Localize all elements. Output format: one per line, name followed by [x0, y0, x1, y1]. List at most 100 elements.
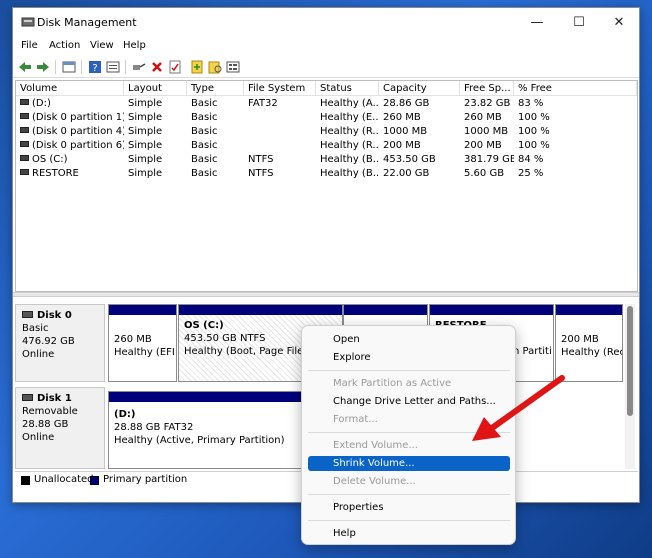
- partition-disk0-recovery-2[interactable]: 200 MB Healthy (Rec: [555, 304, 623, 382]
- properties-icon[interactable]: [105, 59, 121, 75]
- column-header-volume[interactable]: Volume: [16, 81, 124, 96]
- menu-separator: [308, 494, 510, 495]
- svg-text:?: ?: [92, 63, 97, 74]
- volume-icon: [20, 169, 29, 175]
- volume-icon: [20, 155, 29, 161]
- minimize-button[interactable]: —: [517, 10, 557, 36]
- open-icon[interactable]: [207, 59, 223, 75]
- layout-cell: Simple: [128, 98, 163, 109]
- capacity-cell: 22.00 GB: [383, 168, 430, 179]
- menu-item-shrink-volume[interactable]: Shrink Volume...: [308, 456, 510, 471]
- volume-list-icon[interactable]: [61, 59, 77, 75]
- column-header-layout[interactable]: Layout: [124, 81, 187, 96]
- connect-icon[interactable]: [131, 59, 147, 75]
- partition-bar: [556, 305, 622, 315]
- capacity-cell: 28.86 GB: [383, 98, 430, 109]
- column-header-file-system[interactable]: File System: [244, 81, 316, 96]
- menu-item-help[interactable]: Help: [308, 526, 510, 541]
- free-space-cell: 23.82 GB: [464, 98, 511, 109]
- table-row[interactable]: (Disk 0 partition 6) Simple Basic Health…: [16, 139, 637, 153]
- disk-management-app-icon: [21, 17, 35, 27]
- list-icon[interactable]: [225, 59, 241, 75]
- status-cell: Healthy (B...: [320, 154, 379, 165]
- close-button[interactable]: ✕: [599, 10, 639, 36]
- window-title: Disk Management: [37, 16, 137, 29]
- help-icon[interactable]: ?: [87, 59, 103, 75]
- column-header-percent-free[interactable]: % Free: [514, 81, 637, 96]
- title-bar[interactable]: Disk Management — ☐ ✕: [13, 8, 639, 38]
- file-system-cell: FAT32: [248, 98, 278, 109]
- menu-item-properties[interactable]: Properties: [308, 500, 510, 515]
- capacity-cell: 260 MB: [383, 112, 421, 123]
- free-space-cell: 1000 MB: [464, 126, 509, 137]
- menu-item-change-drive-letter[interactable]: Change Drive Letter and Paths...: [308, 394, 510, 409]
- partition-bar: [430, 305, 553, 315]
- volume-cell: RESTORE: [16, 167, 124, 181]
- volume-icon: [20, 127, 29, 133]
- scrollbar-thumb[interactable]: [627, 306, 633, 416]
- table-row[interactable]: (D:) Simple Basic FAT32 Healthy (A... 28…: [16, 97, 637, 111]
- disk-icon: [22, 393, 33, 401]
- disk-0-label[interactable]: Disk 0 Basic 476.92 GB Online: [15, 304, 105, 382]
- partition-bar: [179, 305, 342, 315]
- column-header-free-space[interactable]: Free Sp...: [460, 81, 514, 96]
- primary-partition-swatch: [90, 476, 99, 485]
- table-row[interactable]: OS (C:) Simple Basic NTFS Healthy (B... …: [16, 153, 637, 167]
- status-cell: Healthy (A...: [320, 98, 379, 109]
- disk-0-status: Online: [22, 349, 55, 360]
- menu-item-open[interactable]: Open: [308, 332, 510, 347]
- toolbar-separator: [55, 60, 56, 74]
- delete-icon[interactable]: [149, 59, 165, 75]
- table-row[interactable]: RESTORE Simple Basic NTFS Healthy (B... …: [16, 167, 637, 181]
- file-system-cell: [244, 125, 316, 139]
- free-space-cell: 260 MB: [464, 112, 502, 123]
- volume-icon: [20, 113, 29, 119]
- menu-file[interactable]: File: [21, 40, 38, 51]
- table-row[interactable]: (Disk 0 partition 1) Simple Basic Health…: [16, 111, 637, 125]
- menu-item-mark-active: Mark Partition as Active: [333, 378, 452, 389]
- partition-size: 200 MB: [561, 334, 599, 345]
- column-header-capacity[interactable]: Capacity: [379, 81, 460, 96]
- type-cell: Basic: [191, 154, 218, 165]
- check-icon[interactable]: [167, 59, 183, 75]
- disk-area-scrollbar[interactable]: [625, 304, 635, 469]
- menu-view[interactable]: View: [90, 40, 114, 51]
- capacity-cell: 200 MB: [383, 140, 421, 151]
- layout-cell: Simple: [128, 140, 163, 151]
- new-icon[interactable]: [189, 59, 205, 75]
- layout-cell: Simple: [128, 154, 163, 165]
- partition-status: Healthy (EFI S: [114, 347, 176, 358]
- menu-help[interactable]: Help: [123, 40, 146, 51]
- menu-item-extend-volume: Extend Volume...: [333, 440, 418, 451]
- partition-size: 260 MB: [114, 334, 152, 345]
- disk-icon: [22, 310, 33, 318]
- percent-free-cell: 100 %: [518, 112, 550, 123]
- status-cell: Healthy (R...: [320, 126, 379, 137]
- type-cell: Basic: [191, 126, 218, 137]
- disk-1-label[interactable]: Disk 1 Removable 28.88 GB Online: [15, 387, 105, 469]
- free-space-cell: 5.60 GB: [464, 168, 505, 179]
- type-cell: Basic: [191, 98, 218, 109]
- column-header-type[interactable]: Type: [187, 81, 244, 96]
- menu-bar: File Action View Help: [13, 38, 639, 56]
- partition-bar: [109, 305, 176, 315]
- volume-cell: (Disk 0 partition 6): [16, 139, 124, 153]
- back-arrow-icon[interactable]: [17, 59, 33, 75]
- percent-free-cell: 100 %: [518, 140, 550, 151]
- column-header-status[interactable]: Status: [316, 81, 379, 96]
- capacity-cell: 453.50 GB: [383, 154, 436, 165]
- partition-status: Healthy (Rec: [561, 347, 623, 358]
- menu-action[interactable]: Action: [49, 40, 80, 51]
- unallocated-swatch: [21, 476, 30, 485]
- maximize-button[interactable]: ☐: [559, 10, 599, 36]
- partition-bar: [344, 305, 427, 315]
- table-row[interactable]: (Disk 0 partition 4) Simple Basic Health…: [16, 125, 637, 139]
- status-cell: Healthy (R...: [320, 140, 379, 151]
- volume-list[interactable]: Volume Layout Type File System Status Ca…: [15, 80, 638, 292]
- menu-item-explore[interactable]: Explore: [308, 350, 510, 365]
- partition-disk0-efi[interactable]: 260 MB Healthy (EFI S: [108, 304, 177, 382]
- menu-item-format: Format...: [333, 414, 378, 425]
- forward-arrow-icon[interactable]: [35, 59, 51, 75]
- volume-cell: (Disk 0 partition 1): [16, 111, 124, 125]
- file-system-cell: NTFS: [248, 168, 274, 179]
